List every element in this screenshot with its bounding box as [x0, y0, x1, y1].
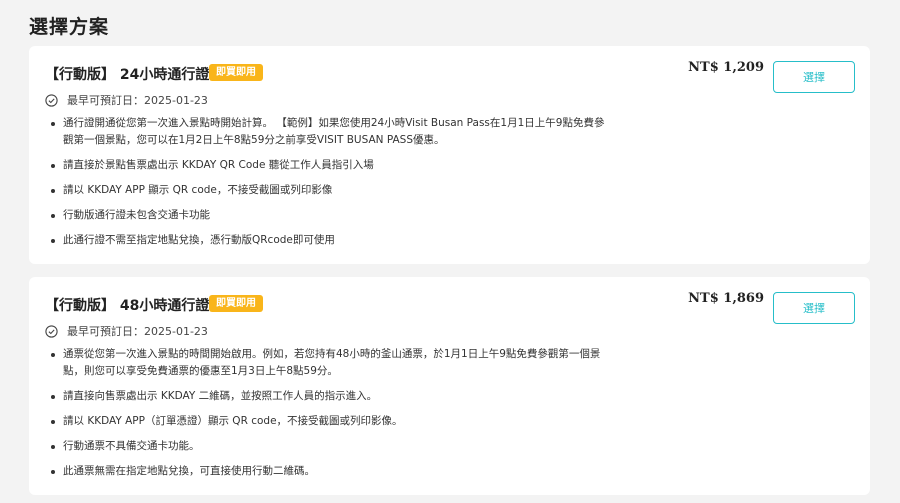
- list-item: 行動版通行證未包含交通卡功能: [49, 207, 609, 224]
- list-item: 通行證開通從您第一次進入景點時開始計算。 【範例】如果您使用24小時Visit …: [49, 115, 609, 149]
- list-item: 此通票無需在指定地點兌換，可直接使用行動二維碼。: [49, 463, 609, 480]
- plan-price: NT$ 1,209: [688, 60, 764, 75]
- select-button[interactable]: 選擇: [773, 61, 855, 93]
- plan-card: 【行動版】 24小時通行證 即買即用 最早可預訂日：2025-01-23 通行證…: [29, 46, 870, 264]
- list-item: 請直接於景點售票處出示 KKDAY QR Code 聽從工作人員指引入場: [49, 157, 609, 174]
- earliest-date-row: 最早可預訂日：2025-01-23: [45, 92, 208, 108]
- list-item: 請直接向售票處出示 KKDAY 二維碼，並按照工作人員的指示進入。: [49, 388, 609, 405]
- select-button[interactable]: 選擇: [773, 292, 855, 324]
- earliest-date-text: 最早可預訂日：2025-01-23: [67, 94, 208, 107]
- list-item: 請以 KKDAY APP 顯示 QR code，不接受截圖或列印影像: [49, 182, 609, 199]
- plan-details-list: 通票從您第一次進入景點的時間開始啟用。例如，若您持有48小時的釜山通票，於1月1…: [49, 346, 609, 488]
- plan-title: 【行動版】 48小時通行證: [45, 298, 210, 314]
- list-item: 此通行證不需至指定地點兌換，憑行動版QRcode即可使用: [49, 232, 609, 249]
- list-item: 行動通票不具備交通卡功能。: [49, 438, 609, 455]
- plan-card: 【行動版】 48小時通行證 即買即用 最早可預訂日：2025-01-23 通票從…: [29, 277, 870, 495]
- earliest-date-row: 最早可預訂日：2025-01-23: [45, 323, 208, 339]
- earliest-date-text: 最早可預訂日：2025-01-23: [67, 325, 208, 338]
- instant-use-badge: 即買即用: [209, 64, 263, 81]
- check-circle-icon: [45, 324, 58, 338]
- plan-title: 【行動版】 24小時通行證: [45, 67, 210, 83]
- list-item: 通票從您第一次進入景點的時間開始啟用。例如，若您持有48小時的釜山通票，於1月1…: [49, 346, 609, 380]
- list-item: 請以 KKDAY APP（訂單憑證）顯示 QR code，不接受截圖或列印影像。: [49, 413, 609, 430]
- page-title: 選擇方案: [29, 16, 110, 38]
- plan-details-list: 通行證開通從您第一次進入景點時開始計算。 【範例】如果您使用24小時Visit …: [49, 115, 609, 257]
- instant-use-badge: 即買即用: [209, 295, 263, 312]
- check-circle-icon: [45, 93, 58, 107]
- plan-price: NT$ 1,869: [688, 291, 764, 306]
